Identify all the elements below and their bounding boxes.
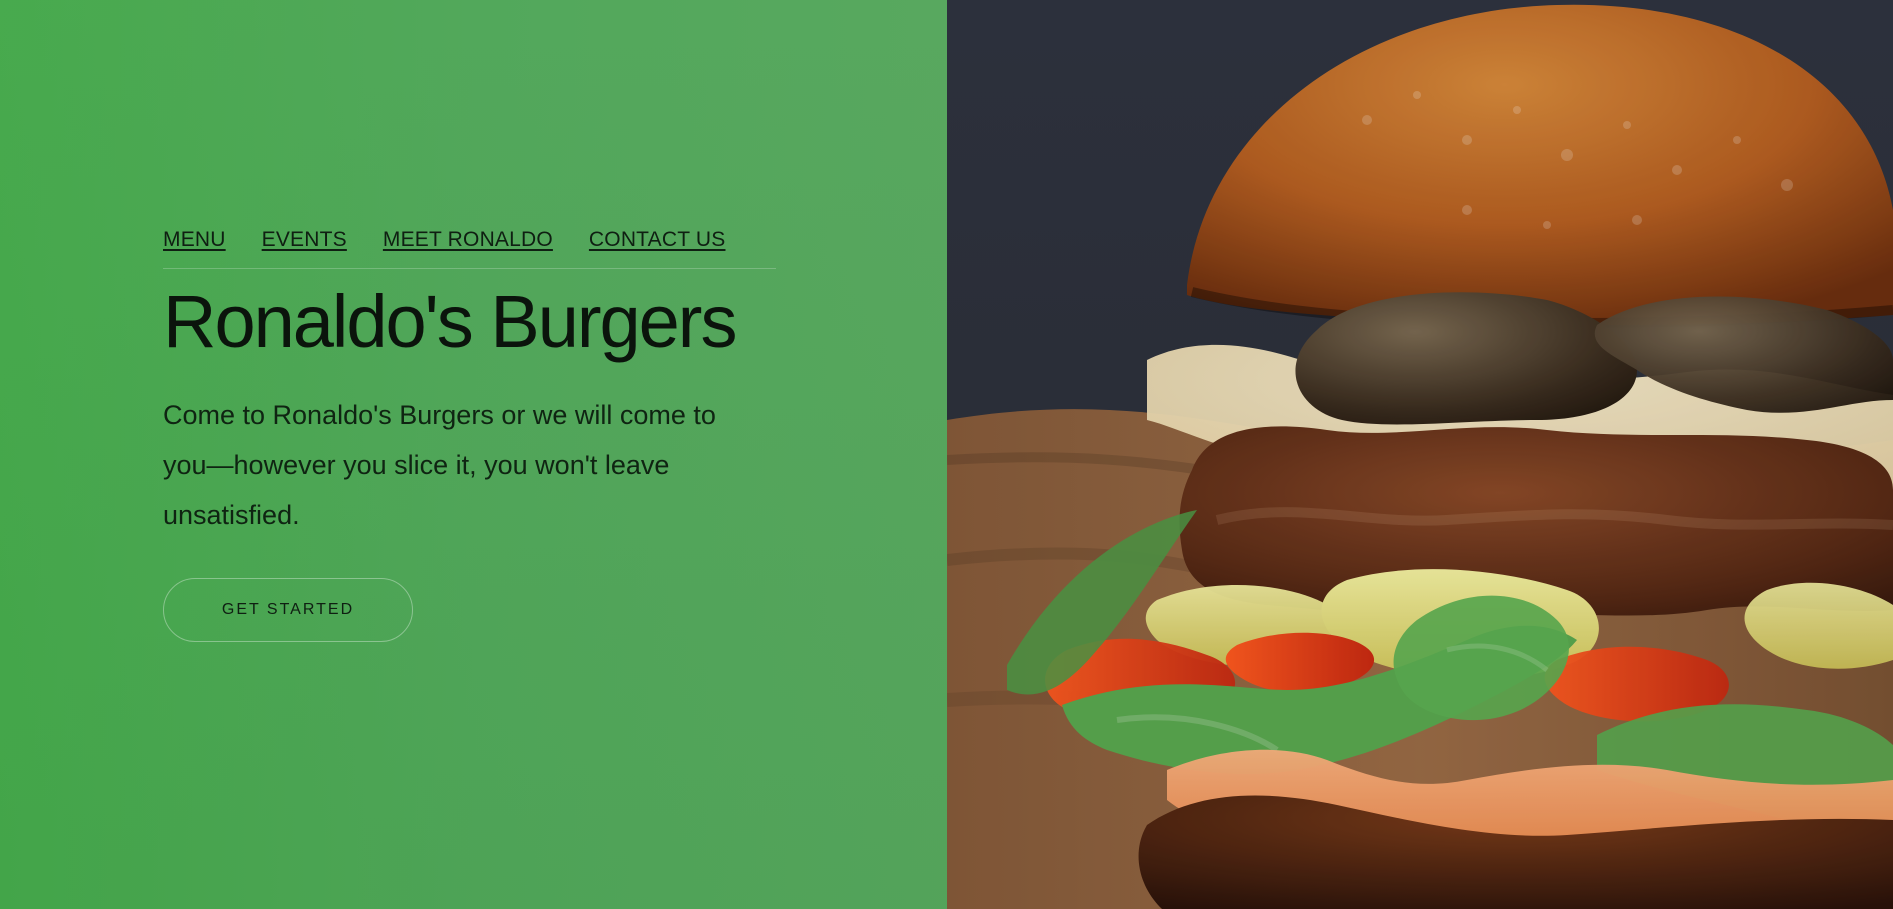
hero-panel: MENU EVENTS MEET RONALDO CONTACT US Rona… (0, 0, 947, 909)
nav-menu[interactable]: MENU (163, 228, 226, 252)
nav-events[interactable]: EVENTS (262, 228, 347, 252)
page: MENU EVENTS MEET RONALDO CONTACT US Rona… (0, 0, 1893, 909)
burger-image (947, 0, 1893, 909)
nav-contact-us[interactable]: CONTACT US (589, 228, 726, 252)
get-started-button[interactable]: GET STARTED (163, 577, 413, 642)
hero-description: Come to Ronaldo's Burgers or we will com… (163, 399, 716, 530)
page-title: Ronaldo's Burgers (163, 280, 737, 363)
nav-meet-ronaldo[interactable]: MEET RONALDO (383, 228, 553, 252)
burger-illustration (947, 0, 1893, 909)
hero-content: MENU EVENTS MEET RONALDO CONTACT US Rona… (163, 228, 783, 642)
main-nav: MENU EVENTS MEET RONALDO CONTACT US (163, 228, 776, 269)
